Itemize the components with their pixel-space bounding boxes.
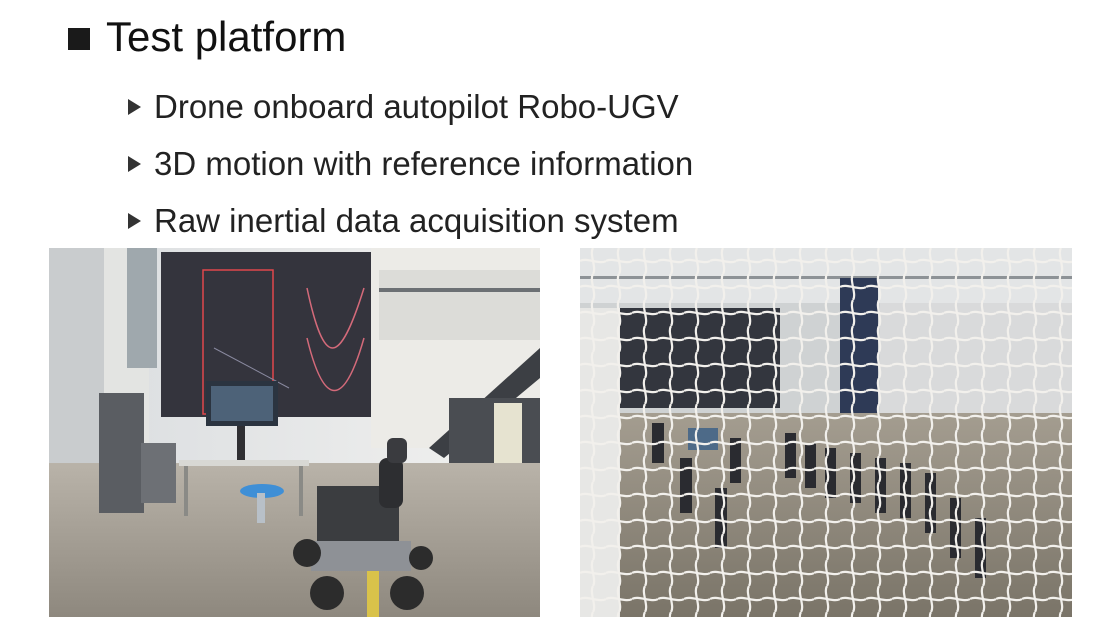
slide-title: Test platform <box>106 13 347 60</box>
slide-title-row: Test platform <box>68 12 346 62</box>
triangle-bullet-icon <box>128 212 141 229</box>
flight-arena-net-photo <box>580 248 1072 617</box>
triangle-bullet-icon <box>128 155 141 172</box>
bullet-text: 3D motion with reference information <box>154 144 694 182</box>
bullet-item: Raw inertial data acquisition system <box>128 192 693 249</box>
square-bullet-icon <box>68 27 90 50</box>
bullet-item: 3D motion with reference information <box>128 135 693 192</box>
lab-robot-photo <box>49 248 540 617</box>
triangle-bullet-icon <box>128 98 141 115</box>
bullet-item: Drone onboard autopilot Robo-UGV <box>128 78 693 135</box>
bullet-text: Raw inertial data acquisition system <box>154 201 679 239</box>
bullet-text: Drone onboard autopilot Robo-UGV <box>154 87 679 125</box>
bullet-list: Drone onboard autopilot Robo-UGV 3D moti… <box>128 78 693 249</box>
